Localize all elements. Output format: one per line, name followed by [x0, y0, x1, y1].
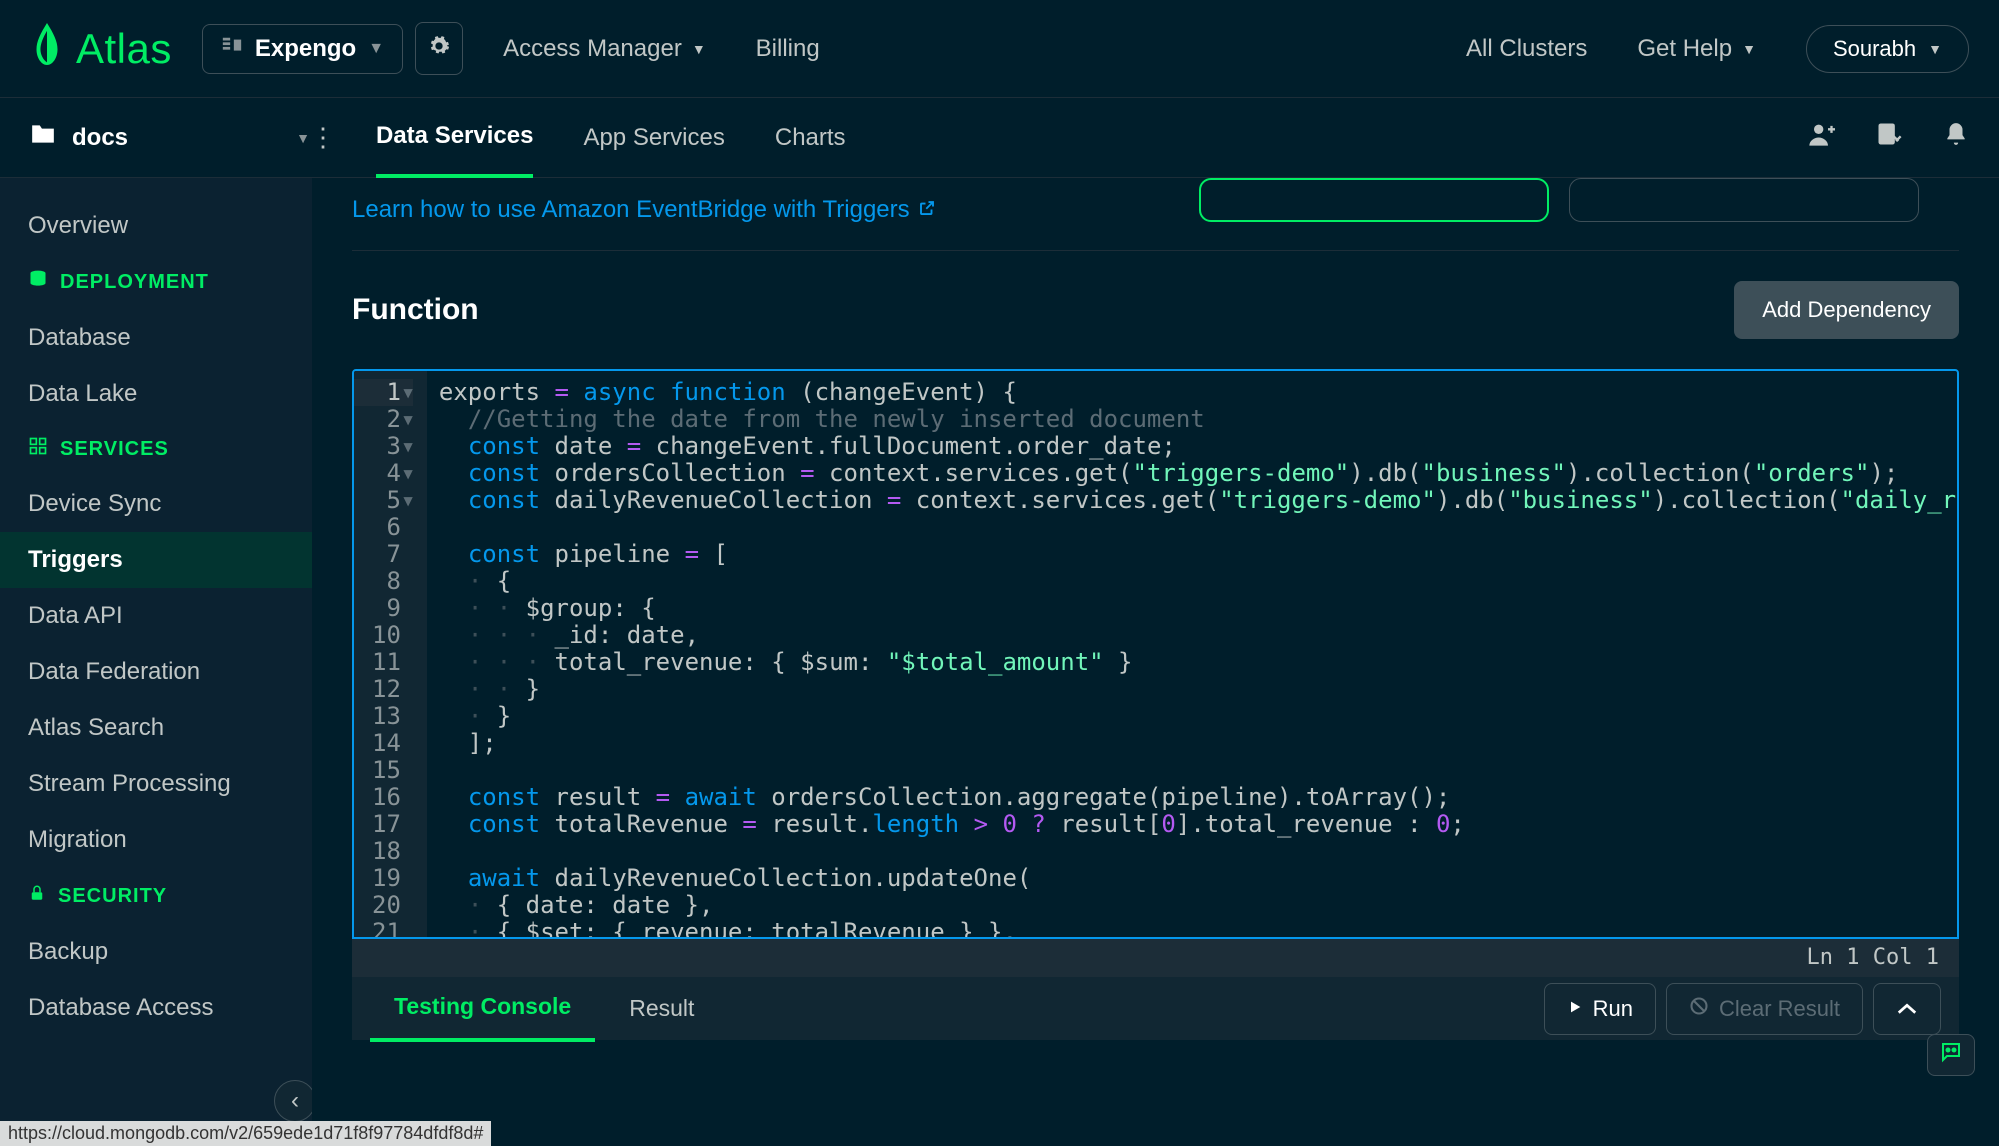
caret-down-icon: ▼: [296, 130, 310, 146]
event-type-option[interactable]: [1569, 178, 1919, 222]
section-title-function: Function: [352, 293, 479, 327]
caret-down-icon: ▼: [1928, 41, 1942, 57]
expand-console-button[interactable]: [1873, 983, 1941, 1035]
editor-gutter: 123456789101112131415161718192021 ▾ ▾▾▾ …: [354, 371, 427, 937]
external-link-icon: [918, 196, 936, 224]
tab-testing-console[interactable]: Testing Console: [370, 975, 595, 1042]
all-clusters-link[interactable]: All Clusters: [1466, 35, 1587, 63]
sidebar-item-atlas-search[interactable]: Atlas Search: [0, 700, 312, 756]
sidebar-item-migration[interactable]: Migration: [0, 812, 312, 868]
access-manager-menu[interactable]: Access Manager ▼: [503, 35, 706, 63]
tab-data-services[interactable]: Data Services: [376, 98, 533, 178]
folder-icon: [30, 123, 56, 152]
sidebar-heading-services: SERVICES: [0, 422, 312, 476]
logo-text: Atlas: [76, 25, 172, 73]
cancel-icon: [1689, 996, 1709, 1022]
grid-icon: [28, 436, 48, 462]
sidebar-heading-deployment: DEPLOYMENT: [0, 254, 312, 310]
sidebar-item-device-sync[interactable]: Device Sync: [0, 476, 312, 532]
sidebar-item-data-federation[interactable]: Data Federation: [0, 644, 312, 700]
run-button[interactable]: Run: [1544, 983, 1656, 1035]
chevron-left-icon: ‹: [291, 1087, 299, 1115]
atlas-logo[interactable]: Atlas: [30, 23, 172, 75]
sidebar-item-triggers[interactable]: Triggers: [0, 532, 312, 588]
sidebar-item-database[interactable]: Database: [0, 310, 312, 366]
chevron-up-icon: [1896, 996, 1918, 1022]
sidebar-item-data-lake[interactable]: Data Lake: [0, 366, 312, 422]
tab-app-services[interactable]: App Services: [583, 100, 724, 176]
clear-result-button[interactable]: Clear Result: [1666, 983, 1863, 1035]
project-folder-selector[interactable]: docs ▼: [30, 123, 310, 152]
console-bar: Testing Console Result Run Clear Result: [352, 976, 1959, 1040]
chat-support-button[interactable]: [1927, 1034, 1975, 1076]
browser-status-url: https://cloud.mongodb.com/v2/659ede1d71f…: [0, 1121, 491, 1146]
bell-icon[interactable]: [1943, 120, 1969, 155]
project-name: Expengo: [255, 35, 356, 63]
cursor-position: Ln 1 Col 1: [352, 939, 1959, 976]
caret-down-icon: ▼: [1742, 41, 1756, 57]
chat-icon: [1938, 1040, 1964, 1071]
tab-charts[interactable]: Charts: [775, 100, 846, 176]
event-type-option-selected[interactable]: [1199, 178, 1549, 222]
project-icon: [221, 35, 243, 62]
caret-down-icon: ▼: [692, 41, 706, 57]
sidebar-item-database-access[interactable]: Database Access: [0, 980, 312, 1036]
invite-user-icon[interactable]: [1807, 120, 1835, 155]
user-name: Sourabh: [1833, 36, 1916, 62]
settings-button[interactable]: [415, 22, 463, 75]
collapse-sidebar-button[interactable]: ‹: [274, 1080, 312, 1122]
get-help-menu[interactable]: Get Help ▼: [1637, 35, 1756, 63]
activity-icon[interactable]: [1875, 120, 1903, 155]
code-editor[interactable]: 123456789101112131415161718192021 ▾ ▾▾▾ …: [352, 369, 1959, 939]
more-menu-icon[interactable]: ⋮: [310, 122, 336, 153]
sidebar-item-backup[interactable]: Backup: [0, 924, 312, 980]
database-icon: [28, 268, 48, 296]
lock-icon: [28, 882, 46, 910]
caret-down-icon: ▼: [368, 40, 384, 58]
sidebar-item-data-api[interactable]: Data API: [0, 588, 312, 644]
leaf-icon: [30, 23, 64, 75]
sidebar-heading-security: SECURITY: [0, 868, 312, 924]
user-menu[interactable]: Sourabh ▼: [1806, 25, 1969, 73]
play-icon: [1567, 996, 1583, 1022]
editor-code-area[interactable]: exports = async function (changeEvent) {…: [427, 371, 1957, 937]
billing-link[interactable]: Billing: [756, 35, 820, 63]
sidebar: Overview DEPLOYMENT Database Data Lake S…: [0, 178, 312, 1146]
tab-result[interactable]: Result: [605, 977, 718, 1040]
sidebar-item-stream-processing[interactable]: Stream Processing: [0, 756, 312, 812]
gear-icon: [428, 35, 450, 62]
project-selector[interactable]: Expengo ▼: [202, 24, 403, 74]
add-dependency-button[interactable]: Add Dependency: [1734, 281, 1959, 339]
sidebar-item-overview[interactable]: Overview: [0, 198, 312, 254]
